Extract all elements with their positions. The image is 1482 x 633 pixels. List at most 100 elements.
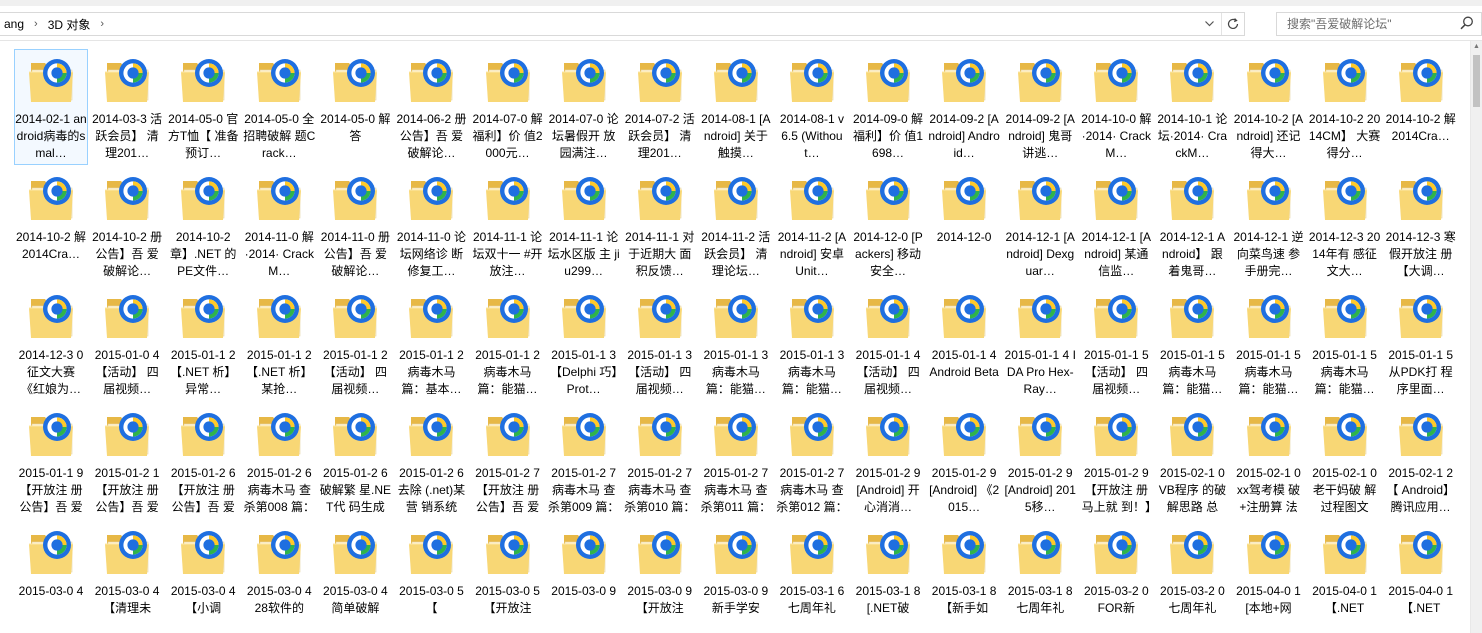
folder-item[interactable]: 2015-03-0 9 新手学安 xyxy=(699,521,773,633)
folder-item[interactable]: 2015-04-0 1【.NET xyxy=(1308,521,1382,633)
folder-item[interactable]: 2015-01-1 3 病毒木马 篇：能猫… xyxy=(699,285,773,401)
folder-item[interactable]: 2014-05-0 官方T恤【 准备预订… xyxy=(166,49,240,165)
folder-item[interactable]: 2015-03-1 8【新手如 xyxy=(927,521,1001,633)
scroll-up-arrow-icon[interactable]: ▲ xyxy=(1471,41,1482,53)
folder-item[interactable]: 2014-11-2 [Android] 安卓Unit… xyxy=(775,167,849,283)
folder-item[interactable]: 2015-03-0 5【 xyxy=(394,521,468,633)
folder-item[interactable]: 2015-01-1 2 病毒木马 篇：基本… xyxy=(394,285,468,401)
folder-item[interactable]: 2014-02-1 android病毒的smal… xyxy=(14,49,88,165)
folder-item[interactable]: 2015-03-2 0 七周年礼 xyxy=(1155,521,1229,633)
folder-item[interactable]: 2015-03-1 8 [.NET破 xyxy=(851,521,925,633)
breadcrumb-separator-icon[interactable]: › xyxy=(94,18,110,30)
search-input[interactable] xyxy=(1285,16,1459,32)
folder-item[interactable]: 2014-12-1 [Android] 某通信监… xyxy=(1079,167,1153,283)
folder-item[interactable]: 2014-08-1 v6.5 (Without… xyxy=(775,49,849,165)
folder-item[interactable]: 2015-01-2 6 破解繁 星.NET代 码生成器… xyxy=(318,403,392,519)
folder-item[interactable]: 2015-01-2 9 [Android] 《2015… xyxy=(927,403,1001,519)
folder-item[interactable]: 2015-01-1 5 病毒木马 篇：能猫… xyxy=(1232,285,1306,401)
search-icon[interactable] xyxy=(1459,15,1475,31)
folder-item[interactable]: 2015-03-0 4【清理未 xyxy=(90,521,164,633)
folder-item[interactable]: 2015-01-1 3 病毒木马 篇：能猫… xyxy=(775,285,849,401)
folder-item[interactable]: 2015-01-2 7 病毒木马 查杀第012 篇：QQ… xyxy=(775,403,849,519)
folder-item[interactable]: 2014-11-1 论坛水区版 主 jiu299… xyxy=(547,167,621,283)
folder-item[interactable]: 2015-01-2 7【开放注 册公告】吾 爱破解论… xyxy=(471,403,545,519)
folder-item[interactable]: 2015-01-1 2 病毒木马 篇：能猫… xyxy=(471,285,545,401)
folder-item[interactable]: 2015-04-0 1 [本地+网 xyxy=(1232,521,1306,633)
folder-item[interactable]: 2014-12-1 [Android] Dexguar… xyxy=(1003,167,1077,283)
folder-item[interactable]: 2015-01-2 9 [Android] 2015移… xyxy=(1003,403,1077,519)
folder-item[interactable]: 2015-01-1 2【.NET 析】某抢… xyxy=(242,285,316,401)
folder-item[interactable]: 2014-11-1 论坛双十一 #开放注… xyxy=(471,167,545,283)
folder-item[interactable]: 2015-01-2 7 病毒木马 查杀第011 篇：QQ… xyxy=(699,403,773,519)
folder-item[interactable]: 2015-03-1 6 七周年礼 xyxy=(775,521,849,633)
folder-item[interactable]: 2014-12-3 2014年有 感征文大… xyxy=(1308,167,1382,283)
folder-item[interactable]: 2015-01-0 4【活动】 四届视频… xyxy=(90,285,164,401)
folder-item[interactable]: 2014-11-0 册公告】吾 爱破解论… xyxy=(318,167,392,283)
folder-item[interactable]: 2014-10-2 [Android] 还记得大… xyxy=(1232,49,1306,165)
folder-item[interactable]: 2014-07-0 论坛暑假开 放园满注… xyxy=(547,49,621,165)
folder-item[interactable]: 2015-01-2 6 病毒木马 查杀第008 篇：能猫… xyxy=(242,403,316,519)
folder-item[interactable]: 2014-10-2 章】.NET 的PE文件… xyxy=(166,167,240,283)
folder-item[interactable]: 2014-09-0 解福利】价 值1698… xyxy=(851,49,925,165)
folder-item[interactable]: 2015-02-1 0 老干妈破 解过程图文 xyxy=(1308,403,1382,519)
folder-item[interactable]: 2015-02-1 0 VB程序 的破解思路 总结、编… xyxy=(1155,403,1229,519)
scrollbar-thumb[interactable] xyxy=(1473,55,1480,107)
file-list-view[interactable]: 2014-02-1 android病毒的smal… 2014-03-3 活跃会员… xyxy=(0,41,1470,633)
folder-item[interactable]: 2015-01-1 2【.NET 析】异常… xyxy=(166,285,240,401)
folder-item[interactable]: 2015-01-1 4【活动】 四届视频… xyxy=(851,285,925,401)
folder-item[interactable]: 2014-12-3 寒假开放注 册【大调… xyxy=(1384,167,1458,283)
folder-item[interactable]: 2014-10-1 论坛·2014· CrackM… xyxy=(1155,49,1229,165)
folder-item[interactable]: 2014-12-0 [Packers] 移动安全… xyxy=(851,167,925,283)
folder-item[interactable]: 2014-11-2 活跃会员】 清理论坛… xyxy=(699,167,773,283)
folder-item[interactable]: 2015-02-1 2【 Android】 腾讯应用… xyxy=(1384,403,1458,519)
folder-item[interactable]: 2014-10-2 2014CM】 大赛得分… xyxy=(1308,49,1382,165)
breadcrumb-user-folder[interactable]: ang xyxy=(0,17,28,31)
folder-item[interactable]: 2014-07-0 解福利】价 值2000元… xyxy=(471,49,545,165)
folder-item[interactable]: 2015-03-0 4 28软件的 xyxy=(242,521,316,633)
folder-item[interactable]: 2015-01-1 5 病毒木马 篇：能猫… xyxy=(1308,285,1382,401)
folder-item[interactable]: 2014-08-1 [Android] 关于触摸… xyxy=(699,49,773,165)
folder-item[interactable]: 2015-01-2 7 病毒木马 查杀第009 篇：QQ… xyxy=(547,403,621,519)
folder-item[interactable]: 2015-02-1 0 xx驾考模 破+注册算 法+易语… xyxy=(1232,403,1306,519)
folder-item[interactable]: 2014-09-2 [Android] 鬼哥讲逃… xyxy=(1003,49,1077,165)
folder-item[interactable]: 2015-01-1 3【活动】 四届视频… xyxy=(623,285,697,401)
folder-item[interactable]: 2015-01-2 6【开放注 册公告】吾 爱破解论… xyxy=(166,403,240,519)
folder-item[interactable]: 2015-01-2 9 [Android] 开心消消… xyxy=(851,403,925,519)
folder-item[interactable]: 2015-03-0 4【小调 xyxy=(166,521,240,633)
folder-item[interactable]: 2014-06-2 册公告】吾 爱破解论… xyxy=(394,49,468,165)
chevron-down-icon[interactable] xyxy=(1198,13,1220,35)
folder-item[interactable]: 2014-11-1 对于近期大 面积反馈… xyxy=(623,167,697,283)
search-box[interactable] xyxy=(1276,12,1482,36)
folder-item[interactable]: 2015-01-2 6 去除 (.net)某营 销系统脱… xyxy=(394,403,468,519)
folder-item[interactable]: 2014-11-0 论坛网络诊 断修复工… xyxy=(394,167,468,283)
breadcrumb-3d-objects[interactable]: 3D 对象 xyxy=(44,16,95,33)
folder-item[interactable]: 2014-03-3 活跃会员】 清理201… xyxy=(90,49,164,165)
folder-item[interactable]: 2015-03-2 0 FOR新 xyxy=(1079,521,1153,633)
folder-item[interactable]: 2014-09-2 [Android] Android… xyxy=(927,49,1001,165)
folder-item[interactable]: 2015-01-2 1【开放注 册公告】吾 爱破解论… xyxy=(90,403,164,519)
refresh-icon[interactable] xyxy=(1221,13,1244,35)
folder-item[interactable]: 2015-01-1 5 病毒木马 篇：能猫… xyxy=(1155,285,1229,401)
folder-item[interactable]: 2015-01-1 3【Delphi 巧】Prot… xyxy=(547,285,621,401)
folder-item[interactable]: 2014-05-0 全招聘破解 题Crack… xyxy=(242,49,316,165)
folder-item[interactable]: 2014-12-1 逆向菜鸟速 参手册完… xyxy=(1232,167,1306,283)
folder-item[interactable]: 2015-01-1 5【活动】 四届视频… xyxy=(1079,285,1153,401)
folder-item[interactable]: 2015-01-1 4 IDA Pro Hex-Ray… xyxy=(1003,285,1077,401)
folder-item[interactable]: 2015-03-1 8 七周年礼 xyxy=(1003,521,1077,633)
folder-item[interactable]: 2015-03-0 5【开放注 xyxy=(471,521,545,633)
folder-item[interactable]: 2015-03-0 9【开放注 xyxy=(623,521,697,633)
folder-item[interactable]: 2015-01-2 9【开放注 册马上就 到！】吾… xyxy=(1079,403,1153,519)
folder-item[interactable]: 2014-10-0 解·2014· CrackM… xyxy=(1079,49,1153,165)
folder-item[interactable]: 2015-01-1 4 Android Beta xyxy=(927,285,1001,401)
folder-item[interactable]: 2015-04-0 1【.NET xyxy=(1384,521,1458,633)
folder-item[interactable]: 2015-01-1 2【活动】 四届视频… xyxy=(318,285,392,401)
breadcrumb-separator-icon[interactable]: › xyxy=(28,18,44,30)
folder-item[interactable]: 2014-12-0 xyxy=(927,167,1001,283)
folder-item[interactable]: 2014-12-1 Android】 跟着鬼哥… xyxy=(1155,167,1229,283)
folder-item[interactable]: 2015-03-0 4 xyxy=(14,521,88,633)
folder-item[interactable]: 2014-11-0 解·2014· CrackM… xyxy=(242,167,316,283)
folder-item[interactable]: 2014-10-2 解 2014Cra… xyxy=(1384,49,1458,165)
folder-item[interactable]: 2015-01-1 9【开放注 册公告】吾 爱破解论… xyxy=(14,403,88,519)
folder-item[interactable]: 2014-07-2 活跃会员】 清理201… xyxy=(623,49,697,165)
folder-item[interactable]: 2015-03-0 9 xyxy=(547,521,621,633)
